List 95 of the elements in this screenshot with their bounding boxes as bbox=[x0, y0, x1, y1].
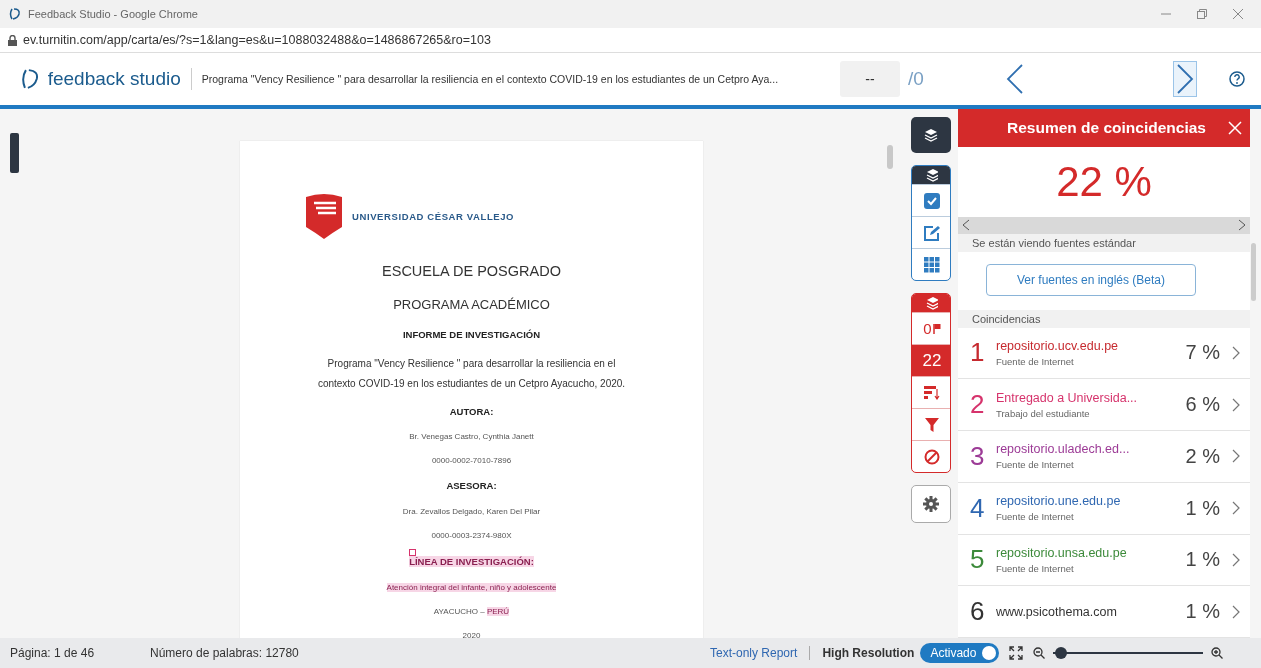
layers-icon bbox=[924, 128, 938, 142]
chevron-right-icon bbox=[1232, 501, 1240, 516]
english-sources-button[interactable]: Ver fuentes en inglés (Beta) bbox=[986, 263, 1196, 296]
match-count-tab[interactable]: 22 bbox=[912, 344, 950, 376]
source-percent: 1 % bbox=[1185, 548, 1220, 572]
panel-title: Resumen de coincidencias bbox=[1007, 118, 1206, 137]
sort-icon bbox=[924, 385, 940, 400]
edit-icon bbox=[924, 224, 940, 241]
window-title: Feedback Studio - Google Chrome bbox=[28, 8, 198, 20]
flag-icon bbox=[932, 323, 941, 334]
settings-icon bbox=[923, 496, 939, 512]
similarity-score: 22 % bbox=[1055, 156, 1153, 207]
document-text: AYACUCHO – PERÚ bbox=[433, 605, 510, 618]
university-name: UNIVERSIDAD CÉSAR VALLEJO bbox=[352, 210, 515, 222]
source-number: 6 bbox=[970, 596, 986, 628]
source-number: 2 bbox=[970, 389, 986, 421]
source-type: Fuente de Internet bbox=[996, 511, 1075, 523]
zoom-in-icon[interactable] bbox=[1211, 647, 1224, 659]
source-name: www.psicothema.com bbox=[996, 604, 1118, 619]
source-name: Entregado a Universida... bbox=[996, 390, 1139, 405]
source-type: Trabajo del estudiante bbox=[996, 407, 1091, 419]
chevron-left-icon bbox=[1006, 64, 1024, 94]
word-count: Número de palabras: 12780 bbox=[150, 646, 300, 660]
document-text: 0000-0002-7010-7896 bbox=[431, 455, 512, 468]
layers-button[interactable] bbox=[911, 117, 951, 153]
chevron-right-icon bbox=[1232, 449, 1240, 464]
next-button[interactable] bbox=[1173, 61, 1197, 97]
page-count: Página: 1 de 46 bbox=[10, 646, 96, 660]
chevron-right-icon bbox=[1176, 64, 1194, 94]
source-number: 5 bbox=[970, 544, 986, 576]
document-text: 2020 bbox=[462, 629, 481, 638]
fullscreen-icon[interactable] bbox=[1009, 646, 1024, 660]
help-icon[interactable] bbox=[1229, 71, 1245, 87]
layers-icon bbox=[926, 296, 938, 310]
source-type: Fuente de Internet bbox=[996, 562, 1075, 574]
restore-icon[interactable] bbox=[1197, 9, 1207, 19]
source-number: 4 bbox=[970, 492, 986, 524]
chevron-right-icon bbox=[1232, 397, 1240, 412]
document-text: Dra. Zevallos Delgado, Karen Del Pilar bbox=[402, 506, 541, 518]
zoom-out-icon[interactable] bbox=[1033, 647, 1046, 659]
document-title: Programa "Vency Resilience " para desarrollar la resiliencia en el contexto COVID-19 en los estudiantes de un Cetpro Aya... bbox=[201, 73, 780, 85]
source-name: repositorio.ucv.edu.pe bbox=[996, 338, 1120, 353]
grid-icon bbox=[924, 256, 940, 273]
filter-icon bbox=[925, 417, 939, 432]
source-percent: 1 % bbox=[1185, 496, 1220, 520]
source-number: 1 bbox=[970, 337, 986, 369]
page-total: /0 bbox=[907, 68, 925, 90]
resolution-label: High Resolution bbox=[822, 646, 915, 660]
source-percent: 2 % bbox=[1185, 444, 1220, 468]
app-logo-icon bbox=[8, 7, 22, 21]
brand-logo-icon bbox=[20, 68, 40, 90]
document-text: Atención integral del infante, niño y adolescente bbox=[386, 581, 557, 594]
horizontal-scrollbar[interactable] bbox=[958, 216, 1250, 234]
document-text: AUTORA: bbox=[449, 404, 494, 419]
block-icon bbox=[924, 448, 940, 465]
divider-icon bbox=[809, 646, 811, 660]
document-text: LÍNEA DE INVESTIGACIÓN: bbox=[409, 555, 534, 569]
source-type: Fuente de Internet bbox=[996, 355, 1075, 367]
page-field[interactable]: -- bbox=[839, 61, 900, 97]
resolution-toggle[interactable]: Activado bbox=[920, 643, 1000, 663]
source-name: repositorio.unsa.edu.pe bbox=[996, 545, 1128, 560]
section-label: Coincidencias bbox=[958, 309, 1250, 328]
scrollbar-thumb[interactable] bbox=[1251, 243, 1256, 301]
checkbox-icon bbox=[924, 192, 940, 209]
source-number: 3 bbox=[970, 440, 986, 472]
source-percent: 6 % bbox=[1185, 393, 1220, 417]
document-text: 0000-0003-2374-980X bbox=[431, 530, 512, 542]
layers-icon bbox=[926, 168, 938, 182]
chevron-right-icon bbox=[1232, 604, 1240, 619]
document-text: PROGRAMA ACADÉMICO bbox=[393, 296, 550, 315]
source-percent: 1 % bbox=[1185, 600, 1220, 624]
source-percent: 7 % bbox=[1185, 341, 1220, 365]
settings-button[interactable] bbox=[911, 485, 951, 523]
flag-count[interactable]: 0 bbox=[923, 320, 932, 337]
source-name: repositorio.uladech.ed... bbox=[996, 442, 1131, 457]
panel-handle[interactable] bbox=[10, 133, 19, 173]
document-text: ASESORA: bbox=[446, 479, 497, 494]
text-only-report-link[interactable]: Text-only Report bbox=[710, 646, 798, 660]
document-text: Programa "Vency Resilience " para desarrollar la resiliencia en el contexto COVID-19 en los estudiantes de un Cetpro Ayacucho, 2020. bbox=[316, 356, 627, 391]
close-icon[interactable] bbox=[1233, 9, 1243, 19]
slider-thumb[interactable] bbox=[1054, 647, 1067, 659]
lock-icon bbox=[8, 34, 17, 46]
chevron-right-icon[interactable] bbox=[1238, 219, 1246, 232]
brand-name: feedback studio bbox=[47, 68, 192, 90]
scrollbar-thumb[interactable] bbox=[887, 145, 893, 169]
source-type: Fuente de Internet bbox=[996, 459, 1075, 471]
source-name: repositorio.une.edu.pe bbox=[996, 494, 1122, 509]
chevron-right-icon bbox=[1232, 345, 1240, 360]
university-logo-icon bbox=[306, 193, 342, 239]
chevron-right-icon bbox=[1232, 552, 1240, 567]
chevron-left-icon[interactable] bbox=[962, 219, 970, 232]
document-text: ESCUELA DE POSGRADO bbox=[382, 262, 561, 281]
document-text: Br. Venegas Castro, Cynthia Janett bbox=[409, 431, 534, 444]
document-text: INFORME DE INVESTIGACIÓN bbox=[402, 328, 541, 343]
url-text[interactable]: ev.turnitin.com/app/carta/es/?s=1&lang=es&u=1088032488&o=1486867265&ro=103 bbox=[23, 33, 491, 47]
